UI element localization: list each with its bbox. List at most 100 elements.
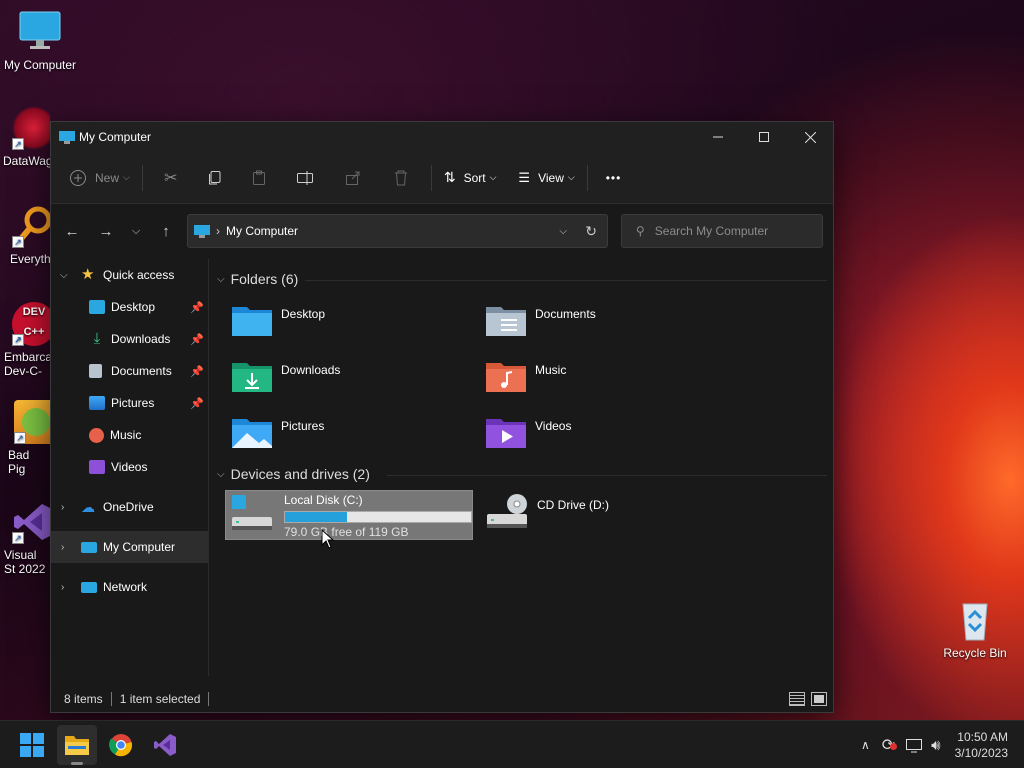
windows-logo-icon xyxy=(20,733,44,757)
close-button[interactable] xyxy=(787,122,833,152)
sync-alert-icon[interactable]: ⟳ xyxy=(882,735,897,755)
taskbar-chrome[interactable] xyxy=(101,725,141,765)
drive-usage-bar xyxy=(284,511,472,523)
sidebar-item-label: Documents xyxy=(111,364,172,378)
maximize-button[interactable] xyxy=(741,122,787,152)
bad-piggies-icon: ↗ xyxy=(14,400,50,444)
content-pane: ⌵ Folders (6) Desktop Documents Download… xyxy=(211,259,833,676)
desktop-icon-visual-studio[interactable]: ↗ Visual St 2022 xyxy=(0,500,50,576)
shortcut-arrow-icon: ↗ xyxy=(12,334,24,346)
chevron-down-icon: ⌵ xyxy=(489,172,497,182)
recent-locations-button[interactable]: ⌵ xyxy=(121,216,151,246)
breadcrumb-my-computer[interactable]: My Computer xyxy=(226,224,298,238)
sidebar-item-videos[interactable]: Videos xyxy=(51,451,208,483)
chevron-down-icon: ⌵ xyxy=(217,468,225,480)
up-button[interactable]: ↑ xyxy=(151,216,181,246)
sidebar-item-network[interactable]: › Network xyxy=(51,571,208,603)
start-button[interactable] xyxy=(12,725,52,765)
view-button[interactable]: ☰ View ⌵ xyxy=(512,162,580,194)
sidebar-item-label: Desktop xyxy=(111,300,156,314)
forward-button[interactable]: → xyxy=(91,216,121,246)
new-label: New xyxy=(95,170,120,185)
separator xyxy=(586,164,588,191)
volume-icon[interactable]: 🔊︎ xyxy=(931,737,940,754)
folders-header-label: Folders (6) xyxy=(230,271,299,287)
desktop-icon-recycle-bin[interactable]: Recycle Bin xyxy=(935,598,1015,660)
mouse-cursor-icon xyxy=(321,529,335,549)
details-view-icon[interactable] xyxy=(789,692,805,706)
sidebar-item-documents[interactable]: Documents 📌 xyxy=(51,355,208,387)
clock[interactable]: 10:50 AM 3/10/2023 xyxy=(955,729,1008,761)
minimize-button[interactable] xyxy=(695,122,741,152)
desktop-icon-my-computer[interactable]: My Computer xyxy=(0,10,80,72)
sidebar-item-onedrive[interactable]: › ☁ OneDrive xyxy=(51,491,208,523)
large-icons-view-icon[interactable] xyxy=(811,692,827,706)
desktop-icon-everything[interactable]: ↗ Everyth xyxy=(0,204,50,266)
back-button[interactable]: ← xyxy=(57,216,87,246)
sidebar-item-music[interactable]: Music xyxy=(51,419,208,451)
network-icon[interactable] xyxy=(905,737,923,753)
desktop-folder-icon xyxy=(89,300,105,314)
folders-group-header[interactable]: ⌵ Folders (6) xyxy=(217,271,827,287)
refresh-button[interactable]: ↻ xyxy=(585,223,597,240)
copy-button[interactable] xyxy=(193,162,237,194)
desktop-icon-devcpp[interactable]: DEV C++ ↗ Embarca Dev-C- xyxy=(0,302,50,378)
chevron-right-icon: › xyxy=(61,501,65,513)
paste-icon xyxy=(252,170,265,185)
folder-desktop[interactable]: Desktop xyxy=(231,303,479,353)
drive-local-disk-c[interactable]: Local Disk (C:) 79.0 GB free of 119 GB xyxy=(225,490,473,540)
drive-cd-d[interactable]: CD Drive (D:) xyxy=(485,490,733,540)
chevron-down-icon: ⌵ xyxy=(60,269,68,281)
download-icon: ⤓ xyxy=(93,330,101,347)
music-icon xyxy=(89,427,104,443)
clock-date: 3/10/2023 xyxy=(954,746,1008,760)
taskbar-visual-studio[interactable] xyxy=(145,725,185,765)
taskbar-file-explorer[interactable] xyxy=(57,725,97,765)
desktop-icon-label: Bad Pig xyxy=(8,448,30,476)
music-folder-icon xyxy=(486,363,526,392)
taskbar: ∧ ⟳ 🔊︎ 10:50 AM 3/10/2023 xyxy=(0,720,1024,768)
folder-documents[interactable]: Documents xyxy=(485,303,733,353)
search-input[interactable]: Search My Computer xyxy=(655,224,768,238)
rename-button[interactable] xyxy=(281,162,329,194)
drives-group-header[interactable]: ⌵ Devices and drives (2) xyxy=(217,466,827,482)
view-label: View xyxy=(538,170,564,185)
search-box[interactable]: ⚲ Search My Computer xyxy=(621,214,823,248)
sidebar-item-desktop[interactable]: Desktop 📌 xyxy=(51,291,208,323)
folder-videos[interactable]: Videos xyxy=(485,415,733,465)
address-dropdown-button[interactable]: ⌵ xyxy=(559,226,567,237)
more-options-button[interactable]: ••• xyxy=(600,162,628,194)
folder-music[interactable]: Music xyxy=(485,359,733,409)
datawag-icon: ↗ xyxy=(12,106,50,150)
paste-button[interactable] xyxy=(237,162,281,194)
selection-count: 1 item selected xyxy=(119,692,201,706)
sidebar-item-quick-access[interactable]: ⌵ ★ Quick access xyxy=(51,259,208,291)
folder-pictures[interactable]: Pictures xyxy=(231,415,479,465)
folder-downloads[interactable]: Downloads xyxy=(231,359,479,409)
sort-icon: ⇅ xyxy=(443,169,456,185)
visual-studio-icon: ↗ xyxy=(12,500,50,544)
visual-studio-icon xyxy=(154,734,176,756)
title-bar[interactable]: My Computer xyxy=(51,122,833,152)
drives-header-label: Devices and drives (2) xyxy=(230,466,370,482)
sidebar-item-label: My Computer xyxy=(103,540,176,554)
folder-label: Documents xyxy=(535,307,596,321)
documents-folder-icon xyxy=(486,307,526,336)
new-button[interactable]: New ⌵ xyxy=(63,162,136,194)
desktop-icon-bad-piggies[interactable]: ↗ Bad Pig xyxy=(0,400,50,476)
sort-button[interactable]: ⇅ Sort ⌵ xyxy=(438,162,503,194)
address-bar[interactable]: › My Computer ⌵ ↻ xyxy=(187,214,608,248)
share-icon xyxy=(345,171,360,185)
sidebar-item-downloads[interactable]: ⤓ Downloads 📌 xyxy=(51,323,208,355)
show-hidden-icons-button[interactable]: ∧ xyxy=(861,738,870,752)
desktop-icon-datawag[interactable]: ↗ DataWag xyxy=(0,106,50,168)
cut-button[interactable]: ✂ xyxy=(149,162,193,194)
folder-label: Music xyxy=(535,363,567,377)
chevron-down-icon: ⌵ xyxy=(123,172,130,182)
item-count: 8 items xyxy=(64,692,103,706)
chevron-right-icon: › xyxy=(61,541,65,553)
delete-button[interactable] xyxy=(377,162,425,194)
sidebar-item-my-computer[interactable]: › My Computer xyxy=(51,531,208,563)
sidebar-item-pictures[interactable]: Pictures 📌 xyxy=(51,387,208,419)
share-button[interactable] xyxy=(329,162,377,194)
